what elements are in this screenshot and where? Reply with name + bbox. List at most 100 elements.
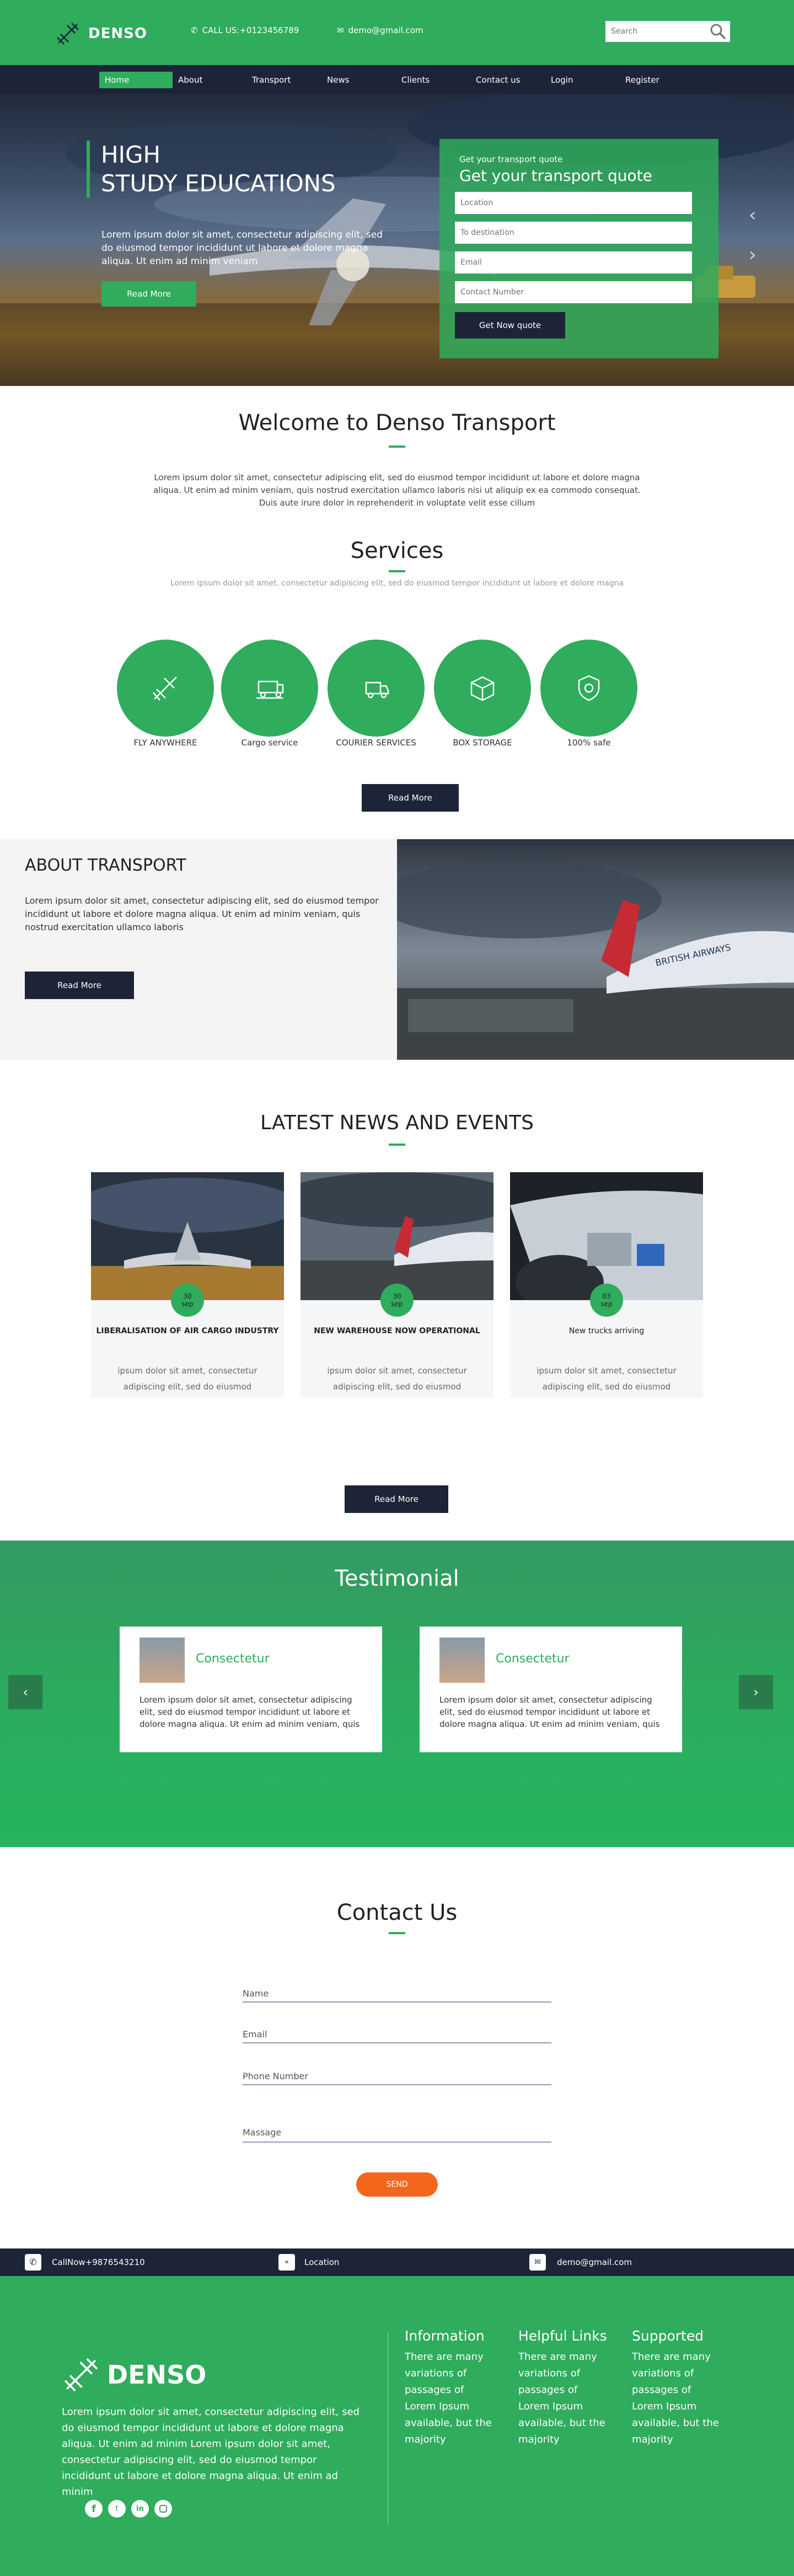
news-card-2[interactable]: 30 sep NEW WAREHOUSE NOW OPERATIONAL ipsu… <box>276 1172 518 1398</box>
search-box <box>605 21 730 42</box>
send-button[interactable]: SEND <box>356 2172 438 2197</box>
hero-heading: HIGH STUDY EDUCATIONS <box>87 141 336 198</box>
instagram-icon[interactable] <box>154 2500 172 2518</box>
nav-contact[interactable]: Contact us <box>470 72 525 88</box>
search-input[interactable] <box>611 27 699 36</box>
footer-text: Lorem ipsum dolor sit amet, consectetur … <box>62 2406 360 2498</box>
hero-prev-arrow-icon[interactable]: ‹ <box>749 204 757 226</box>
hero-heading-line2: STUDY EDUCATIONS <box>101 170 336 197</box>
news-title: LATEST NEWS AND EVENTS <box>260 1112 534 1134</box>
quote-contact-input[interactable] <box>455 281 692 303</box>
news-image-1 <box>77 1172 298 1300</box>
news-title-3: New trucks arriving <box>568 1327 645 1335</box>
header-email[interactable]: ✉ demo@gmail.com <box>337 25 423 35</box>
avatar <box>439 1638 485 1683</box>
news-month-3: sep <box>600 1300 613 1308</box>
news-day-2: 30 <box>393 1292 401 1300</box>
footer-info-title: Information <box>405 2328 485 2344</box>
location-pin-icon: ⌖ <box>278 2254 295 2271</box>
contact-message-label[interactable]: Massage <box>243 2127 281 2138</box>
quote-destination-input[interactable] <box>455 222 692 244</box>
nav-login[interactable]: Login <box>545 72 578 88</box>
about-title: ABOUT TRANSPORT <box>25 856 186 875</box>
contact-message-field[interactable] <box>243 2142 551 2143</box>
footer-logo-text: DENSO <box>107 2360 207 2390</box>
news-date-badge-3: 03 sep <box>590 1284 623 1317</box>
get-quote-button[interactable]: Get Now quote <box>455 312 565 339</box>
phone-icon: ✆ <box>25 2254 41 2271</box>
box-icon <box>470 676 495 701</box>
twitter-icon[interactable]: t <box>108 2500 126 2518</box>
service-label-box: BOX STORAGE <box>453 738 512 748</box>
nav-transport[interactable]: Transport <box>246 72 296 88</box>
nav-clients[interactable]: Clients <box>396 72 435 88</box>
header-phone[interactable]: ✆ CALL US:+0123456789 <box>191 25 299 35</box>
logo-text: DENSO <box>88 25 147 42</box>
news-read-more-button[interactable]: Read More <box>345 1485 448 1513</box>
news-card-1[interactable]: 30 sep LIBERALISATION OF AIR CARGO INDUST… <box>77 1172 298 1398</box>
service-safe[interactable] <box>540 640 637 737</box>
news-image-3 <box>510 1172 703 1310</box>
testimonial-title: Testimonial <box>335 1566 459 1591</box>
contact-name-field[interactable] <box>243 2001 551 2003</box>
avatar <box>140 1638 185 1683</box>
linkedin-icon[interactable]: in <box>131 2500 149 2518</box>
news-date-badge-2: 30 sep <box>380 1284 414 1317</box>
testimonial-prev-icon[interactable]: ‹ <box>8 1675 42 1709</box>
infobar-location[interactable]: Location <box>304 2257 339 2267</box>
contact-phone-field[interactable] <box>243 2084 551 2085</box>
news-month-1: sep <box>181 1300 194 1308</box>
service-label-cargo: Cargo service <box>241 738 298 748</box>
service-fly-anywhere[interactable] <box>117 640 214 737</box>
mail-icon: ✉ <box>337 25 344 35</box>
about-airplane-image: BRITISH AIRWAYS <box>397 839 794 1060</box>
nav-news[interactable]: News <box>321 72 355 88</box>
testimonial-next-icon[interactable]: › <box>739 1675 773 1709</box>
service-box-storage[interactable] <box>434 640 531 737</box>
footer-links-title: Helpful Links <box>518 2328 607 2344</box>
nav-register[interactable]: Register <box>620 72 665 88</box>
news-text-2: ipsum dolor sit amet, consectetur adipis… <box>327 1366 467 1392</box>
hero-heading-line1: HIGH <box>101 141 161 168</box>
news-day-1: 30 <box>183 1292 192 1300</box>
about-read-more-button[interactable]: Read More <box>25 972 134 999</box>
service-cargo[interactable] <box>221 640 318 737</box>
services-subtitle: Lorem ipsum dolor sit amet, consectetur … <box>170 579 624 588</box>
welcome-title: Welcome to Denso Transport <box>238 410 556 436</box>
news-card-3[interactable]: 03 sep New trucks arriving ipsum dolor si… <box>510 1172 703 1398</box>
footer-logo[interactable]: DENSO <box>62 2355 206 2394</box>
search-icon[interactable] <box>709 23 727 40</box>
main-nav: Home About Transport News Clients Contac… <box>0 65 794 94</box>
contact-title: Contact Us <box>336 1900 458 1925</box>
logo[interactable]: DENSO <box>55 21 147 46</box>
hero-next-arrow-icon[interactable]: › <box>749 244 757 266</box>
contact-email-field[interactable] <box>243 2042 551 2043</box>
hero-read-more-button[interactable]: Read More <box>101 281 196 307</box>
testimonial-name-1: Consectetur <box>196 1652 270 1666</box>
quote-title: Get your transport quote <box>459 167 652 185</box>
infobar-email[interactable]: demo@gmail.com <box>557 2257 632 2267</box>
testimonial-card-1: Consectetur Lorem ipsum dolor sit amet, … <box>120 1627 382 1752</box>
contact-phone-label[interactable]: Phone Number <box>243 2071 308 2081</box>
nav-about[interactable]: About <box>173 72 208 88</box>
quote-small-title: Get your transport quote <box>459 154 563 164</box>
quote-email-input[interactable] <box>455 251 692 273</box>
footer-links-text: There are many variations of passages of… <box>518 2351 605 2445</box>
news-title-2: NEW WAREHOUSE NOW OPERATIONAL <box>314 1327 480 1335</box>
header-email-text: demo@gmail.com <box>348 25 423 35</box>
infobar-phone[interactable]: CallNow+9876543210 <box>52 2257 145 2267</box>
service-courier[interactable] <box>328 640 425 737</box>
facebook-icon[interactable]: f <box>85 2500 103 2518</box>
contact-name-label[interactable]: Name <box>243 1988 269 1999</box>
contact-email-label[interactable]: Email <box>243 2029 267 2040</box>
header-phone-text: CALL US:+0123456789 <box>202 25 299 35</box>
quote-location-input[interactable] <box>455 192 692 214</box>
news-date-badge-1: 30 sep <box>171 1284 204 1317</box>
testimonial-text-1: Lorem ipsum dolor sit amet, consectetur … <box>140 1695 360 1729</box>
nav-home[interactable]: Home <box>99 72 173 88</box>
cargo-truck-icon <box>256 680 284 699</box>
news-month-2: sep <box>391 1300 403 1308</box>
testimonial-card-2: Consectetur Lorem ipsum dolor sit amet, … <box>420 1627 682 1752</box>
services-read-more-button[interactable]: Read More <box>362 784 459 812</box>
plane-logo-icon <box>57 23 79 45</box>
